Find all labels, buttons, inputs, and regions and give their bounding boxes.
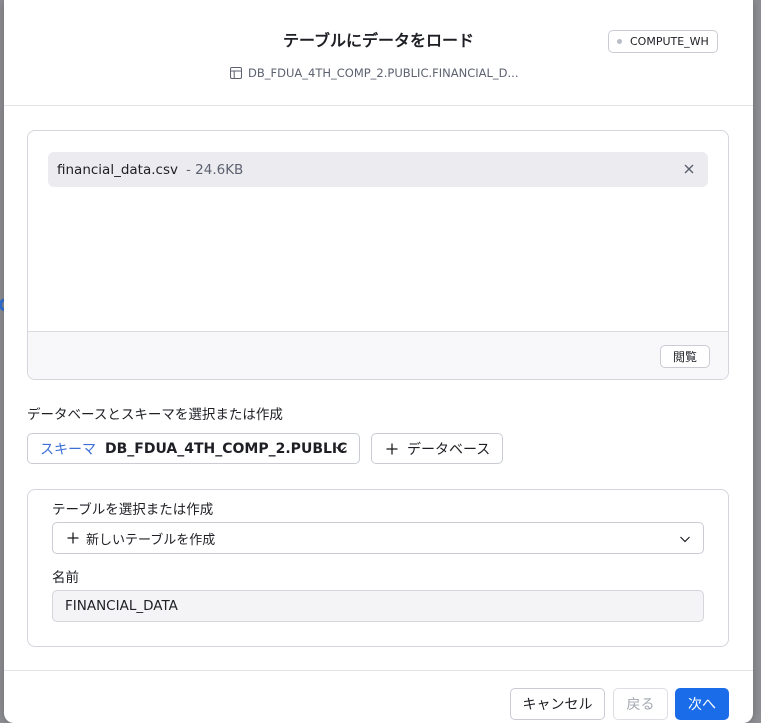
schema-prefix: スキーマ <box>40 441 96 458</box>
load-data-dialog: テーブルにデータをロード DB_FDUA_4TH_COMP_2.PUBLIC.F… <box>4 0 753 723</box>
table-section: テーブルを選択または作成 新しいテーブルを作成 名前 <box>27 489 729 647</box>
database-section-label: データベースとスキーマを選択または作成 <box>27 407 283 423</box>
table-select[interactable]: 新しいテーブルを作成 <box>52 522 704 554</box>
chevron-down-icon <box>336 446 346 453</box>
file-name: financial_data.csv <box>57 161 178 178</box>
schema-select[interactable]: スキーマ DB_FDUA_4TH_COMP_2.PUBLIC <box>27 433 360 464</box>
add-database-button[interactable]: データベース <box>371 433 503 464</box>
path-text: DB_FDUA_4TH_COMP_2.PUBLIC.FINANCIAL_D... <box>248 66 519 80</box>
back-button[interactable]: 戻る <box>613 688 668 720</box>
dialog-footer: キャンセル 戻る 次へ <box>4 670 753 723</box>
browse-button[interactable]: 閲覧 <box>660 345 710 368</box>
next-button[interactable]: 次へ <box>675 688 729 720</box>
close-icon[interactable] <box>682 162 696 176</box>
table-select-value: 新しいテーブルを作成 <box>86 532 216 548</box>
file-size: - 24.6KB <box>185 161 244 178</box>
plus-icon <box>67 532 79 544</box>
schema-value: DB_FDUA_4TH_COMP_2.PUBLIC <box>105 440 348 457</box>
file-upload-area[interactable]: financial_data.csv - 24.6KB 閲覧 <box>27 130 729 380</box>
upload-footer: 閲覧 <box>28 331 728 379</box>
warehouse-name: COMPUTE_WH <box>630 35 709 48</box>
table-name-label: 名前 <box>52 570 79 586</box>
table-section-label: テーブルを選択または作成 <box>52 502 214 518</box>
table-name-input[interactable] <box>52 590 704 622</box>
uploaded-file-chip: financial_data.csv - 24.6KB <box>48 152 708 187</box>
add-database-label: データベース <box>407 441 491 458</box>
cancel-button[interactable]: キャンセル <box>510 688 605 720</box>
warehouse-selector[interactable]: COMPUTE_WH <box>608 30 718 53</box>
target-table-path: DB_FDUA_4TH_COMP_2.PUBLIC.FINANCIAL_D... <box>230 65 518 81</box>
warehouse-status-dot-icon <box>617 39 622 44</box>
plus-icon <box>386 443 398 454</box>
dialog-header: テーブルにデータをロード DB_FDUA_4TH_COMP_2.PUBLIC.F… <box>4 0 753 106</box>
chevron-down-icon <box>680 536 690 543</box>
table-icon <box>230 67 242 79</box>
